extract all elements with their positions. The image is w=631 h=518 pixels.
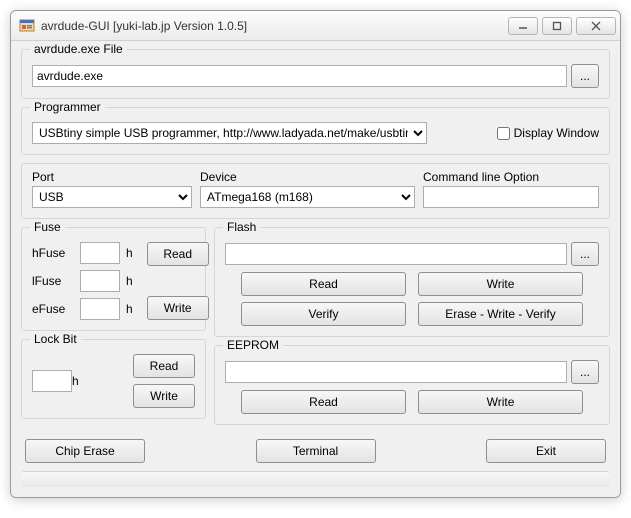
fuse-group-caption: Fuse <box>30 220 65 234</box>
lfuse-label: lFuse <box>32 274 80 288</box>
lock-write-button[interactable]: Write <box>133 384 195 408</box>
flash-path-input[interactable] <box>225 243 567 265</box>
programmer-group: Programmer USBtiny simple USB programmer… <box>21 107 610 155</box>
lock-read-button[interactable]: Read <box>133 354 195 378</box>
device-select[interactable]: ATmega168 (m168) <box>200 186 415 208</box>
fuse-group: Fuse hFuse h lFuse h <box>21 227 206 331</box>
minimize-button[interactable] <box>508 17 538 35</box>
display-window-label: Display Window <box>514 126 599 140</box>
flash-group: Flash ... Read Write Verify Erase - Writ… <box>214 227 610 337</box>
eeprom-write-button[interactable]: Write <box>418 390 583 414</box>
flash-group-caption: Flash <box>223 220 260 234</box>
cmdline-input[interactable] <box>423 186 599 208</box>
lock-group: Lock Bit h Read Write <box>21 339 206 419</box>
eeprom-group: EEPROM ... Read Write <box>214 345 610 425</box>
close-button[interactable] <box>576 17 616 35</box>
port-label: Port <box>32 170 192 184</box>
programmer-select[interactable]: USBtiny simple USB programmer, http://ww… <box>32 122 427 144</box>
fuse-write-button[interactable]: Write <box>147 296 209 320</box>
lfuse-unit: h <box>126 274 133 288</box>
chip-erase-button[interactable]: Chip Erase <box>25 439 145 463</box>
device-label: Device <box>200 170 415 184</box>
lfuse-input[interactable] <box>80 270 120 292</box>
display-window-checkbox[interactable]: Display Window <box>493 124 599 143</box>
cmdline-label: Command line Option <box>423 170 599 184</box>
display-window-check-input[interactable] <box>497 127 510 140</box>
maximize-button[interactable] <box>542 17 572 35</box>
titlebar: avrdude-GUI [yuki-lab.jp Version 1.0.5] <box>11 11 620 41</box>
eeprom-group-caption: EEPROM <box>223 338 283 352</box>
efuse-input[interactable] <box>80 298 120 320</box>
port-device-group: Port USB Device ATmega168 (m168) Command… <box>21 163 610 219</box>
port-select[interactable]: USB <box>32 186 192 208</box>
body-panel: avrdude.exe File ... Programmer USBtiny … <box>11 41 620 497</box>
avrdude-browse-button[interactable]: ... <box>571 64 599 88</box>
efuse-unit: h <box>126 302 133 316</box>
exit-button[interactable]: Exit <box>486 439 606 463</box>
hfuse-label: hFuse <box>32 246 80 260</box>
status-bar <box>21 471 610 487</box>
file-group-caption: avrdude.exe File <box>30 42 127 56</box>
eeprom-path-input[interactable] <box>225 361 567 383</box>
terminal-button[interactable]: Terminal <box>256 439 376 463</box>
flash-ewv-button[interactable]: Erase - Write - Verify <box>418 302 583 326</box>
avrdude-path-input[interactable] <box>32 65 567 87</box>
flash-verify-button[interactable]: Verify <box>241 302 406 326</box>
hfuse-unit: h <box>126 246 133 260</box>
app-window: avrdude-GUI [yuki-lab.jp Version 1.0.5] … <box>10 10 621 498</box>
eeprom-browse-button[interactable]: ... <box>571 360 599 384</box>
eeprom-read-button[interactable]: Read <box>241 390 406 414</box>
lock-input[interactable] <box>32 370 72 392</box>
efuse-label: eFuse <box>32 302 80 316</box>
flash-write-button[interactable]: Write <box>418 272 583 296</box>
hfuse-input[interactable] <box>80 242 120 264</box>
flash-browse-button[interactable]: ... <box>571 242 599 266</box>
lock-unit: h <box>72 374 79 388</box>
file-group: avrdude.exe File ... <box>21 49 610 99</box>
lock-group-caption: Lock Bit <box>30 332 81 346</box>
flash-read-button[interactable]: Read <box>241 272 406 296</box>
fuse-read-button[interactable]: Read <box>147 242 209 266</box>
window-title: avrdude-GUI [yuki-lab.jp Version 1.0.5] <box>41 19 504 33</box>
programmer-group-caption: Programmer <box>30 100 105 114</box>
app-icon <box>19 18 35 34</box>
